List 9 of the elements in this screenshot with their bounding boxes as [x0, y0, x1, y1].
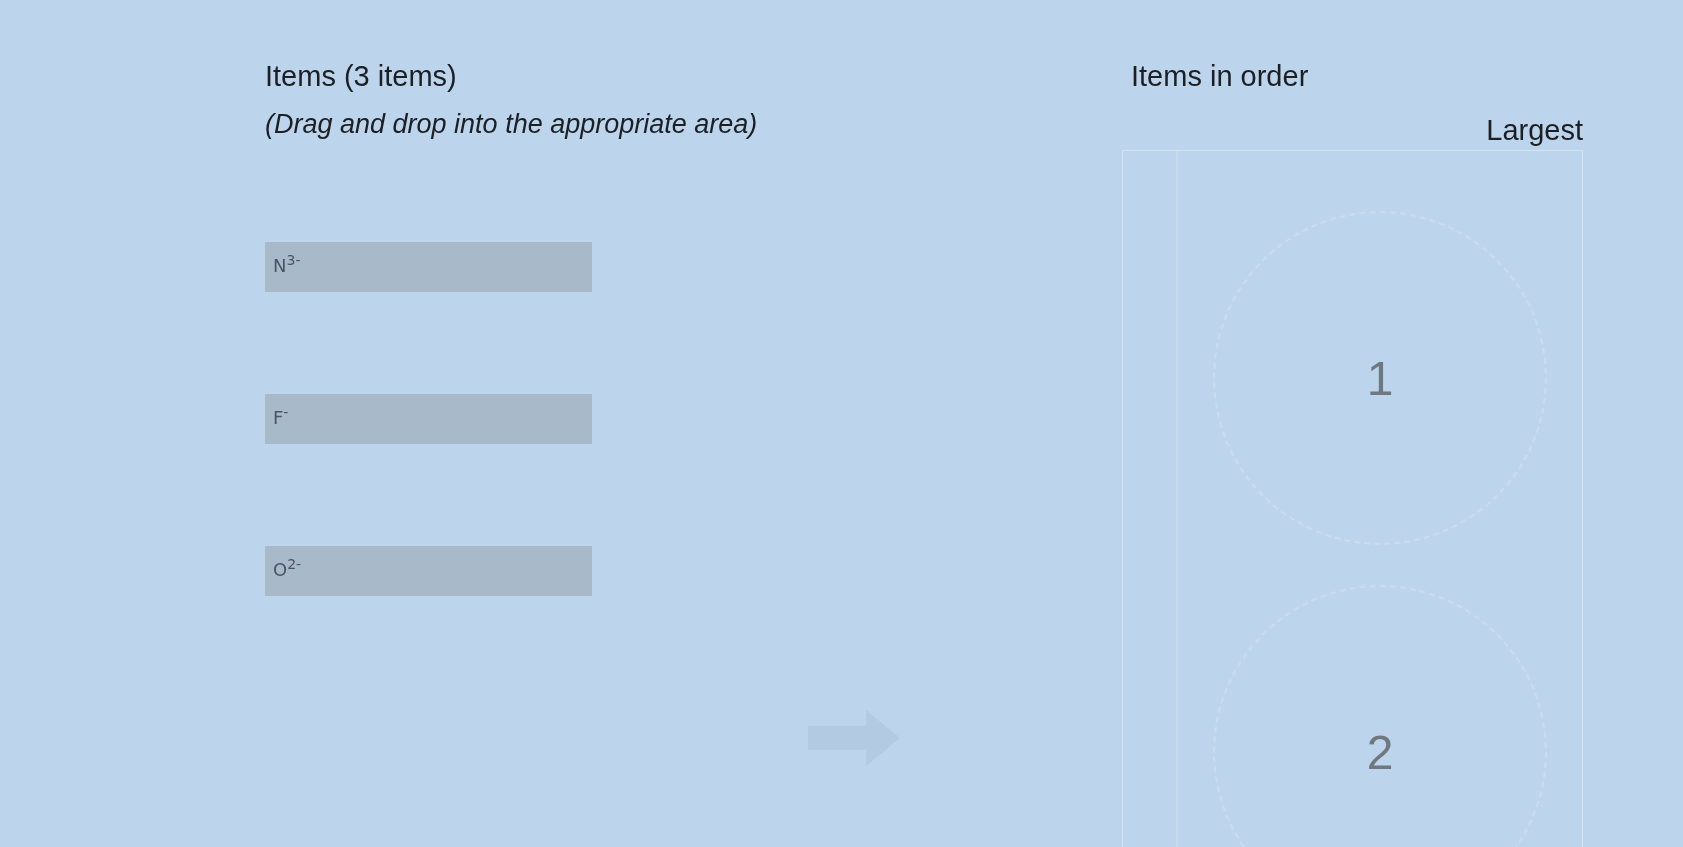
panel-title: Items in order — [1130, 59, 1310, 94]
panel-title: Items (3 items) — [265, 59, 458, 94]
draggable-item[interactable]: F$^{-}$ — [265, 394, 592, 444]
instruction-text: (Drag and drop into the appropriate area) — [265, 108, 759, 141]
draggable-item[interactable]: O$^{2-}$ — [265, 546, 592, 596]
drop-slot[interactable]: 2 — [1213, 585, 1547, 847]
draggable-item[interactable]: N$^{3-}$ — [265, 242, 592, 292]
drop-slot[interactable]: 1 — [1213, 211, 1547, 545]
end-label: Largest — [1485, 113, 1583, 148]
